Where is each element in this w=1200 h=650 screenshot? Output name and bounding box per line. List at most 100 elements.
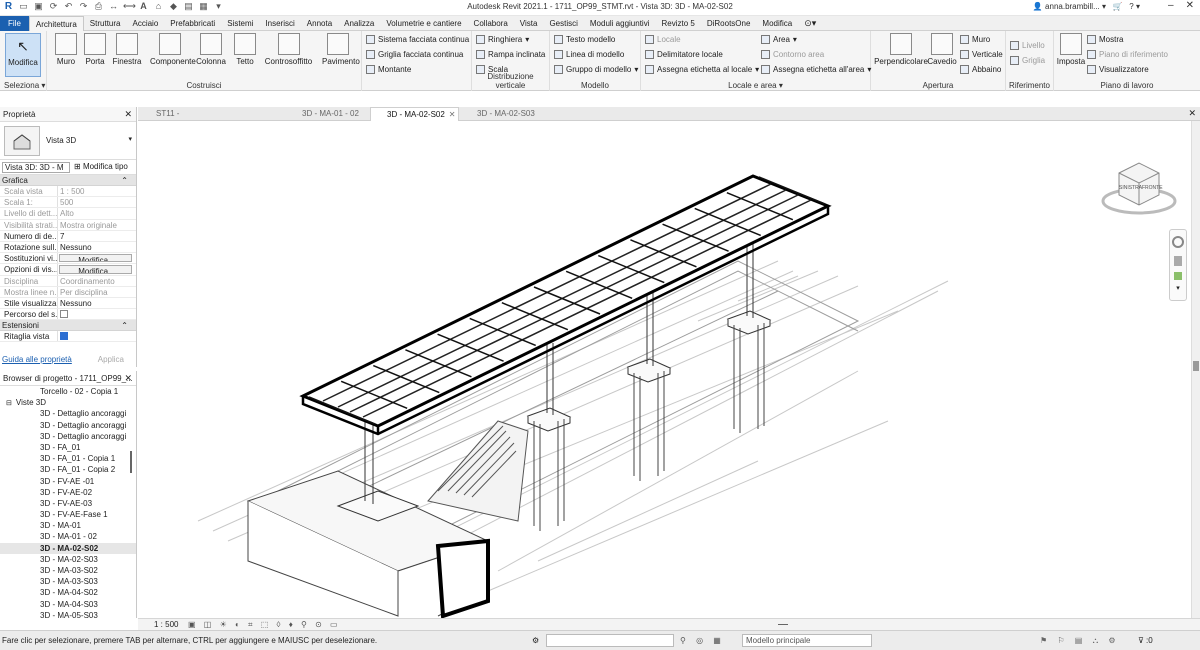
close-tab-icon[interactable]: ✕ bbox=[449, 110, 456, 119]
model-group-button[interactable]: Gruppo di modello ▾ bbox=[554, 65, 638, 74]
ribbon-tab-struttura[interactable]: Struttura bbox=[84, 16, 127, 31]
ribbon-tab-dirootsone[interactable]: DiRootsOne bbox=[701, 16, 757, 31]
close-icon[interactable]: ✕ bbox=[1186, 0, 1194, 11]
vertical-opening-button[interactable]: Verticale bbox=[960, 50, 1003, 59]
status-tools-icons[interactable]: ⚲ ◎ ▦ bbox=[680, 631, 725, 650]
wall-opening-button[interactable]: Muro bbox=[960, 35, 990, 44]
browser-item[interactable]: 3D - FV-AE-Fase 1 bbox=[0, 509, 136, 520]
prop-value[interactable]: 500 bbox=[58, 197, 136, 207]
view-scale[interactable]: 1 : 500 bbox=[154, 619, 178, 630]
print-icon[interactable]: ⎙ bbox=[93, 1, 104, 12]
full-navigation-wheel-icon[interactable] bbox=[1172, 236, 1184, 248]
prop-value[interactable]: 7 bbox=[58, 231, 136, 241]
browser-item[interactable]: 3D - MA-03-S03 bbox=[0, 576, 136, 587]
ramp-button[interactable]: Rampa inclinata bbox=[476, 50, 545, 59]
browser-item[interactable]: 3D - Dettaglio ancoraggi bbox=[0, 431, 136, 442]
section-icon[interactable]: ◆ bbox=[168, 1, 179, 12]
tetto-button[interactable]: Tetto bbox=[231, 33, 259, 66]
cart-icon[interactable]: 🛒 bbox=[1113, 2, 1123, 11]
shaft-button[interactable]: Cavedio bbox=[927, 33, 957, 66]
ribbon-tab-moduli-aggiuntivi[interactable]: Moduli aggiuntivi bbox=[584, 16, 656, 31]
close-icon[interactable]: ✕ bbox=[124, 371, 132, 386]
scroll-thumb[interactable] bbox=[1193, 361, 1199, 371]
tag-room-button[interactable]: Assegna etichetta al locale ▾ bbox=[645, 65, 759, 74]
browser-item[interactable]: 3D - MA-01 - 02 bbox=[0, 531, 136, 542]
ribbon-tab-vista[interactable]: Vista bbox=[514, 16, 544, 31]
properties-help-link[interactable]: Guida alle proprietà bbox=[2, 353, 72, 367]
pavimento-button[interactable]: Pavimento bbox=[322, 33, 360, 66]
view-tab[interactable]: 3D - MA-02-S03 bbox=[461, 107, 545, 121]
collapse-minus-icon[interactable]: ⊟ bbox=[6, 400, 12, 407]
finestra-button[interactable]: Finestra bbox=[107, 33, 147, 66]
ribbon-tab-analizza[interactable]: Analizza bbox=[338, 16, 380, 31]
view-tab[interactable]: 3D - MA-01 - 02 bbox=[286, 107, 368, 121]
vertical-scrollbar[interactable] bbox=[1191, 121, 1200, 618]
sync-icon[interactable]: ⟳ bbox=[48, 1, 59, 12]
show-workplane-button[interactable]: Mostra bbox=[1087, 35, 1123, 44]
railing-button[interactable]: Ringhiera ▾ bbox=[476, 35, 529, 44]
chevron-down-icon[interactable]: ▾ bbox=[1170, 284, 1186, 292]
mullion-button[interactable]: Montante bbox=[366, 65, 411, 74]
room-button[interactable]: Locale bbox=[645, 35, 681, 44]
browser-item[interactable]: 3D - Dettaglio ancoraggi bbox=[0, 420, 136, 431]
prop-edit-button[interactable]: Modifica... bbox=[59, 254, 132, 263]
viewcube-front-face[interactable]: FRONTE bbox=[1142, 185, 1163, 191]
browser-item[interactable]: 3D - FA_01 - Copia 1 bbox=[0, 453, 136, 464]
default-3d-icon[interactable]: ⌂ bbox=[153, 1, 164, 12]
prop-value[interactable]: Mostra originale bbox=[58, 220, 136, 230]
zoom-icon[interactable] bbox=[1174, 272, 1182, 280]
view-tab[interactable]: 3D - MA-02-S02 ✕ bbox=[370, 107, 459, 121]
drawing-canvas[interactable]: SINISTRA FRONTE ▾ bbox=[138, 121, 1191, 619]
perpendicular-button[interactable]: Perpendicolare bbox=[873, 33, 929, 66]
prop-value[interactable]: 1 : 500 bbox=[58, 186, 136, 196]
ref-plane-button[interactable]: Piano di riferimento bbox=[1087, 50, 1168, 59]
redo-icon[interactable]: ↷ bbox=[78, 1, 89, 12]
viewcube-left-face[interactable]: SINISTRA bbox=[1119, 185, 1142, 191]
browser-item[interactable]: 3D - Dettaglio ancoraggi bbox=[0, 408, 136, 419]
dormer-button[interactable]: Abbaino bbox=[960, 65, 1001, 74]
browser-item[interactable]: 3D - FA_01 bbox=[0, 442, 136, 453]
qat-dropdown-icon[interactable]: ▾ bbox=[213, 1, 224, 12]
browser-item[interactable]: 3D - MA-03-S02 bbox=[0, 565, 136, 576]
prop-edit-button[interactable]: Modifica... bbox=[59, 265, 132, 274]
browser-item[interactable]: 3D - MA-04-S02 bbox=[0, 587, 136, 598]
ribbon-tab-volumetrie-e-cantiere[interactable]: Volumetrie e cantiere bbox=[380, 16, 467, 31]
ribbon-tab-modifica[interactable]: Modifica bbox=[756, 16, 798, 31]
filter-icon[interactable]: ⊽ bbox=[1138, 631, 1144, 650]
ribbon-tab-prefabbricati[interactable]: Prefabbricati bbox=[164, 16, 221, 31]
crop-view-checkbox[interactable] bbox=[60, 332, 68, 341]
ribbon-tab-sistemi[interactable]: Sistemi bbox=[221, 16, 259, 31]
undo-icon[interactable]: ↶ bbox=[63, 1, 74, 12]
ribbon-tab-collabora[interactable]: Collabora bbox=[468, 16, 514, 31]
set-workplane-button[interactable]: Imposta bbox=[1056, 33, 1086, 66]
workset-dropdown[interactable] bbox=[546, 634, 674, 647]
edit-type-button[interactable]: ⊞ Modifica tipo bbox=[74, 162, 128, 171]
measure-icon[interactable]: ↔ bbox=[108, 1, 119, 12]
browser-item[interactable]: 3D - MA-05-S03 bbox=[0, 610, 136, 618]
modify-button[interactable]: ↖ Modifica bbox=[5, 33, 41, 77]
switch-windows-icon[interactable]: ▦ bbox=[198, 1, 209, 12]
help-icon[interactable]: ? bbox=[1129, 2, 1133, 11]
ribbon-minimize-icon[interactable]: ⊙▾ bbox=[798, 16, 822, 31]
apply-button[interactable]: Applica bbox=[98, 353, 124, 367]
muro-button[interactable]: Muro bbox=[51, 33, 81, 66]
componente-button[interactable]: Componente bbox=[150, 33, 196, 66]
ribbon-tab-acciaio[interactable]: Acciaio bbox=[126, 16, 164, 31]
revit-logo-icon[interactable]: R bbox=[3, 1, 14, 12]
prop-value[interactable]: Nessuno bbox=[58, 298, 136, 308]
close-hidden-icon[interactable]: ▤ bbox=[183, 1, 194, 12]
room-separator-button[interactable]: Delimitatore locale bbox=[645, 50, 723, 59]
design-option-dropdown[interactable]: Modello principale bbox=[742, 634, 872, 647]
browser-item[interactable]: 3D - MA-01 bbox=[0, 520, 136, 531]
ribbon-tab-annota[interactable]: Annota bbox=[301, 16, 338, 31]
browser-item[interactable]: 3D - FV-AE-03 bbox=[0, 498, 136, 509]
viewcube[interactable]: SINISTRA FRONTE bbox=[1099, 151, 1179, 221]
browser-item[interactable]: 3D - FV-AE -01 bbox=[0, 476, 136, 487]
section-grafica[interactable]: Grafica ⌃ bbox=[0, 175, 136, 186]
tag-area-button[interactable]: Assegna etichetta all'area ▾ bbox=[761, 65, 871, 74]
porta-button[interactable]: Porta bbox=[83, 33, 107, 66]
user-account[interactable]: 👤 anna.brambill... ▾ 🛒 ? ▾ bbox=[1033, 2, 1140, 11]
browser-item[interactable]: 3D - MA-02-S02 bbox=[0, 542, 136, 554]
seleziona-dropdown[interactable]: Seleziona ▾ bbox=[0, 81, 46, 90]
curtain-grid-button[interactable]: Griglia facciata continua bbox=[366, 50, 463, 59]
